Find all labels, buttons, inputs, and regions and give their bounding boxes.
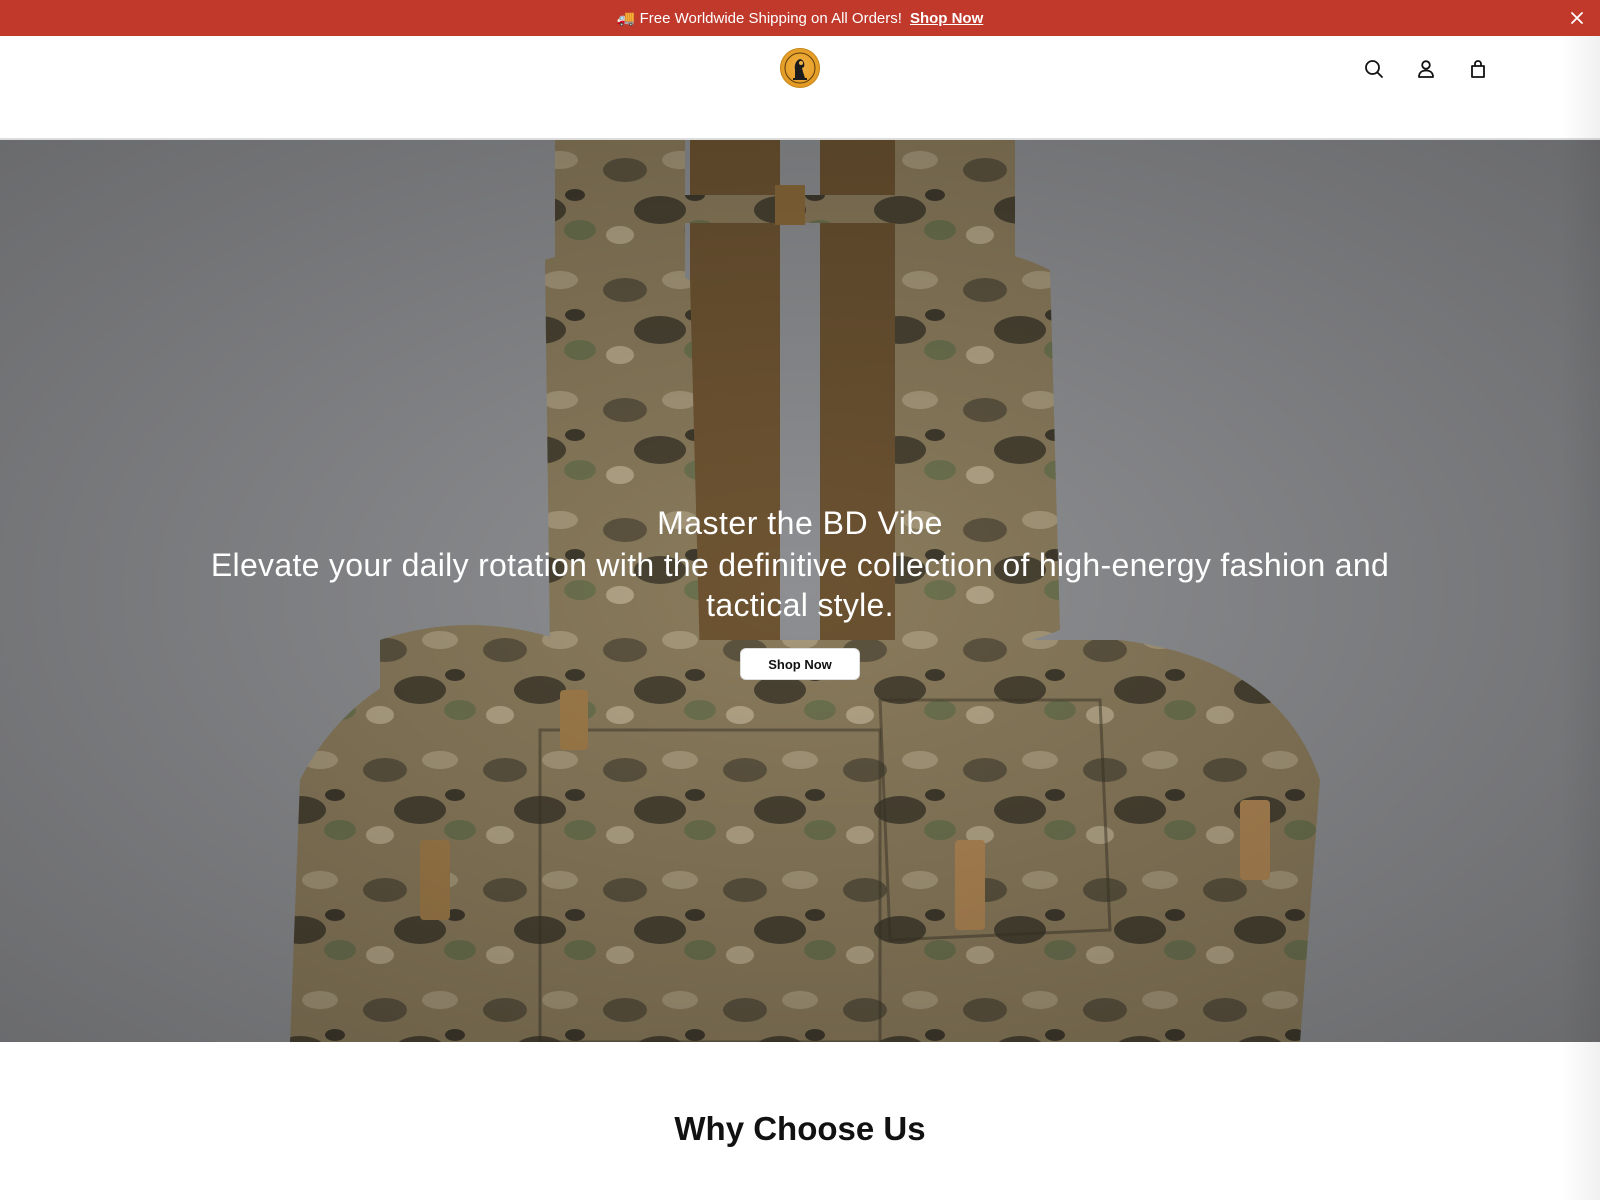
brand-logo[interactable] xyxy=(780,48,820,88)
announcement-text: 🚚 Free Worldwide Shipping on All Orders! xyxy=(616,10,902,27)
search-icon[interactable] xyxy=(1362,57,1386,81)
why-choose-us-heading: Why Choose Us xyxy=(674,1110,926,1147)
account-icon[interactable] xyxy=(1414,57,1438,81)
hero-banner: Master the BD Vibe Elevate your daily ro… xyxy=(0,140,1600,1042)
hero-subtitle: Elevate your daily rotation with the def… xyxy=(210,547,1390,623)
cart-icon[interactable] xyxy=(1466,57,1490,81)
hero-title: Master the BD Vibe xyxy=(657,505,943,541)
announcement-bar: 🚚 Free Worldwide Shipping on All Orders!… xyxy=(0,0,1600,36)
announcement-shop-now-link[interactable]: Shop Now xyxy=(910,10,983,27)
logo-emblem-icon xyxy=(784,52,816,84)
close-icon[interactable] xyxy=(1568,9,1586,27)
hero-shop-now-button[interactable]: Shop Now xyxy=(740,648,860,680)
site-header xyxy=(0,36,1600,140)
